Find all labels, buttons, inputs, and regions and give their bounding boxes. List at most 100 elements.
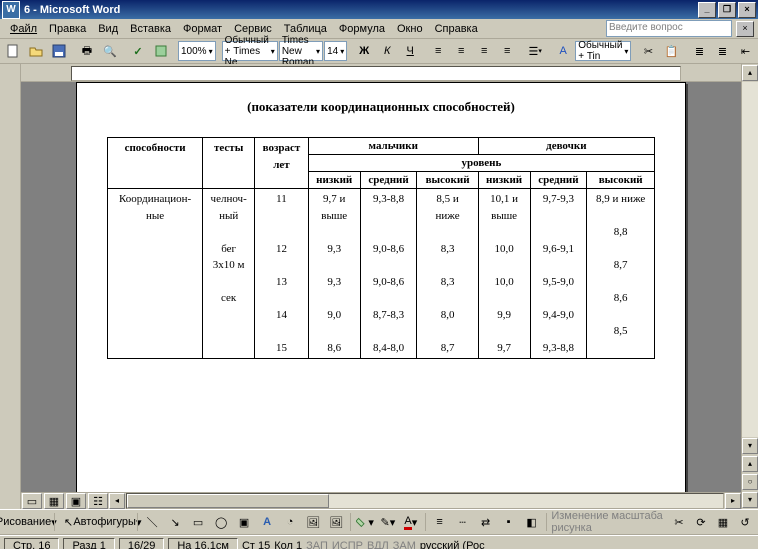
crop-icon[interactable]: ✂ (668, 512, 690, 532)
rectangle-tool-icon[interactable]: ▭ (187, 512, 209, 532)
fill-color-icon[interactable]: ▾ (354, 512, 376, 532)
browse-object-button[interactable]: ○ (742, 474, 758, 490)
status-ovr[interactable]: ЗАМ (393, 540, 416, 549)
view-print-icon[interactable]: ▣ (66, 493, 86, 509)
cell-girls-high: 8,9 и ниже 8,8 8,7 8,6 8,5 (596, 193, 645, 337)
copy-icon[interactable]: 📋 (660, 41, 682, 61)
decrease-indent-icon[interactable]: ⇤ (734, 41, 756, 61)
insert-picture-icon[interactable]: 🖼 (325, 512, 347, 532)
hscroll-thumb[interactable] (127, 494, 329, 508)
arrow-style-icon[interactable]: ⇄ (475, 512, 497, 532)
vscroll-track[interactable] (742, 82, 758, 437)
zoom-combo[interactable]: 100%▾ (178, 41, 216, 61)
reset-icon[interactable]: ↺ (734, 512, 756, 532)
maximize-button[interactable]: ❐ (718, 2, 736, 18)
clipart-icon[interactable]: 🖼 (302, 512, 324, 532)
align-right-icon[interactable]: ≡ (473, 41, 495, 61)
font-combo[interactable]: Times New Roman▾ (279, 41, 323, 61)
wordart-icon[interactable]: A (256, 512, 278, 532)
hscroll-left-button[interactable]: ◂ (109, 493, 125, 509)
status-trk[interactable]: ИСПР (332, 540, 363, 549)
menu-formula[interactable]: Формула (333, 21, 391, 37)
font-size-combo[interactable]: 14▾ (324, 41, 347, 61)
menu-file[interactable]: Файл (4, 21, 43, 37)
status-ext[interactable]: ВДЛ (367, 540, 389, 549)
cell-boys-high: 8,5 и ниже 8,3 8,3 8,0 8,7 (436, 193, 460, 354)
doc-close-button[interactable]: × (736, 21, 754, 37)
vscroll-down-button[interactable]: ▾ (742, 438, 758, 454)
minimize-button[interactable]: _ (698, 2, 716, 18)
autoshapes-menu[interactable]: Автофигуры ▾ (80, 512, 134, 532)
prev-page-button[interactable]: ▴ (742, 456, 758, 472)
help-question-box[interactable]: Введите вопрос (606, 20, 732, 37)
horizontal-ruler[interactable] (21, 64, 741, 82)
hscroll-right-button[interactable]: ▸ (725, 493, 741, 509)
menu-help[interactable]: Справка (429, 21, 484, 37)
status-col: Кол 1 (274, 540, 302, 549)
line-tool-icon[interactable]: ＼ (141, 512, 163, 532)
page[interactable]: (показатели координационных способностей… (76, 82, 686, 492)
horizontal-scrollbar[interactable]: ▭ ▦ ▣ ☷ ◂ ▸ (21, 492, 741, 509)
bullets-icon[interactable]: ≣ (688, 41, 710, 61)
open-icon[interactable] (25, 41, 47, 61)
cell-boys-low: 9,7 и выше 9,3 9,3 9,0 8,6 (321, 193, 347, 354)
underline-button[interactable]: Ч (399, 41, 421, 61)
menu-edit[interactable]: Правка (43, 21, 92, 37)
menu-insert[interactable]: Вставка (124, 21, 177, 37)
window-title: 6 - Microsoft Word (24, 4, 698, 16)
menu-view[interactable]: Вид (92, 21, 124, 37)
save-icon[interactable] (48, 41, 70, 61)
align-center-icon[interactable]: ≡ (450, 41, 472, 61)
cut-icon[interactable]: ✂ (637, 41, 659, 61)
style-combo[interactable]: Обычный + Times Ne▾ (222, 41, 278, 61)
line-style-icon[interactable]: ≡ (429, 512, 451, 532)
view-normal-icon[interactable]: ▭ (22, 493, 42, 509)
rotate-icon[interactable]: ⟳ (690, 512, 712, 532)
menubar: Файл Правка Вид Вставка Формат Сервис Та… (0, 19, 758, 39)
drawing-menu[interactable]: Рисование ▾ (2, 512, 51, 532)
styles-pane-icon[interactable]: A (552, 41, 574, 61)
col-boys-mid: средний (360, 172, 417, 189)
task-pane-combo[interactable]: Обычный + Tin▾ (575, 41, 631, 61)
hscroll-track[interactable] (126, 493, 724, 509)
col-girls: девочки (478, 138, 654, 155)
titlebar: W 6 - Microsoft Word _ ❐ × (0, 0, 758, 19)
cell-girls-low: 10,1 и выше 10,0 10,0 9,9 9,7 (490, 193, 518, 354)
3d-style-icon[interactable]: ◧ (521, 512, 543, 532)
vertical-ruler[interactable] (0, 64, 21, 509)
shadow-style-icon[interactable]: ▪ (498, 512, 520, 532)
line-color-icon[interactable]: ✎▾ (377, 512, 399, 532)
spellcheck-icon[interactable]: ✓ (127, 41, 149, 61)
print-icon[interactable]: 🖶 (76, 41, 98, 61)
arrow-tool-icon[interactable]: ↘ (164, 512, 186, 532)
vscroll-up-button[interactable]: ▴ (742, 65, 758, 81)
font-color-icon[interactable]: A▾ (400, 512, 422, 532)
align-left-icon[interactable]: ≡ (427, 41, 449, 61)
status-rec[interactable]: ЗАП (306, 540, 328, 549)
status-lang[interactable]: русский (Рос (420, 540, 485, 549)
status-page: Стр. 16 (4, 538, 59, 549)
print-preview-icon[interactable]: 🔍 (99, 41, 121, 61)
numbering-icon[interactable]: ≣ (711, 41, 733, 61)
view-web-icon[interactable]: ▦ (44, 493, 64, 509)
textbox-tool-icon[interactable]: ▣ (233, 512, 255, 532)
bold-button[interactable]: Ж (353, 41, 375, 61)
dash-style-icon[interactable]: ┄ (452, 512, 474, 532)
menu-format[interactable]: Формат (177, 21, 228, 37)
new-doc-icon[interactable] (2, 41, 24, 61)
diagram-icon[interactable]: ◔ (279, 512, 301, 532)
line-spacing-icon[interactable]: ☰▾ (524, 41, 546, 61)
oval-tool-icon[interactable]: ◯ (210, 512, 232, 532)
research-icon[interactable] (150, 41, 172, 61)
next-page-button[interactable]: ▾ (742, 492, 758, 508)
compress-icon[interactable]: ▦ (712, 512, 734, 532)
close-button[interactable]: × (738, 2, 756, 18)
vertical-scrollbar[interactable]: ▴ ▾ ▴ ○ ▾ (741, 64, 758, 509)
view-outline-icon[interactable]: ☷ (88, 493, 108, 509)
justify-icon[interactable]: ≡ (496, 41, 518, 61)
italic-button[interactable]: К (376, 41, 398, 61)
col-girls-low: низкий (478, 172, 530, 189)
statusbar: Стр. 16 Разд 1 16/29 На 16,1см Ст 15 Кол… (0, 535, 758, 549)
table-row: Координацион- ные челноч- ный бег 3х10 м… (108, 189, 655, 359)
menu-window[interactable]: Окно (391, 21, 429, 37)
